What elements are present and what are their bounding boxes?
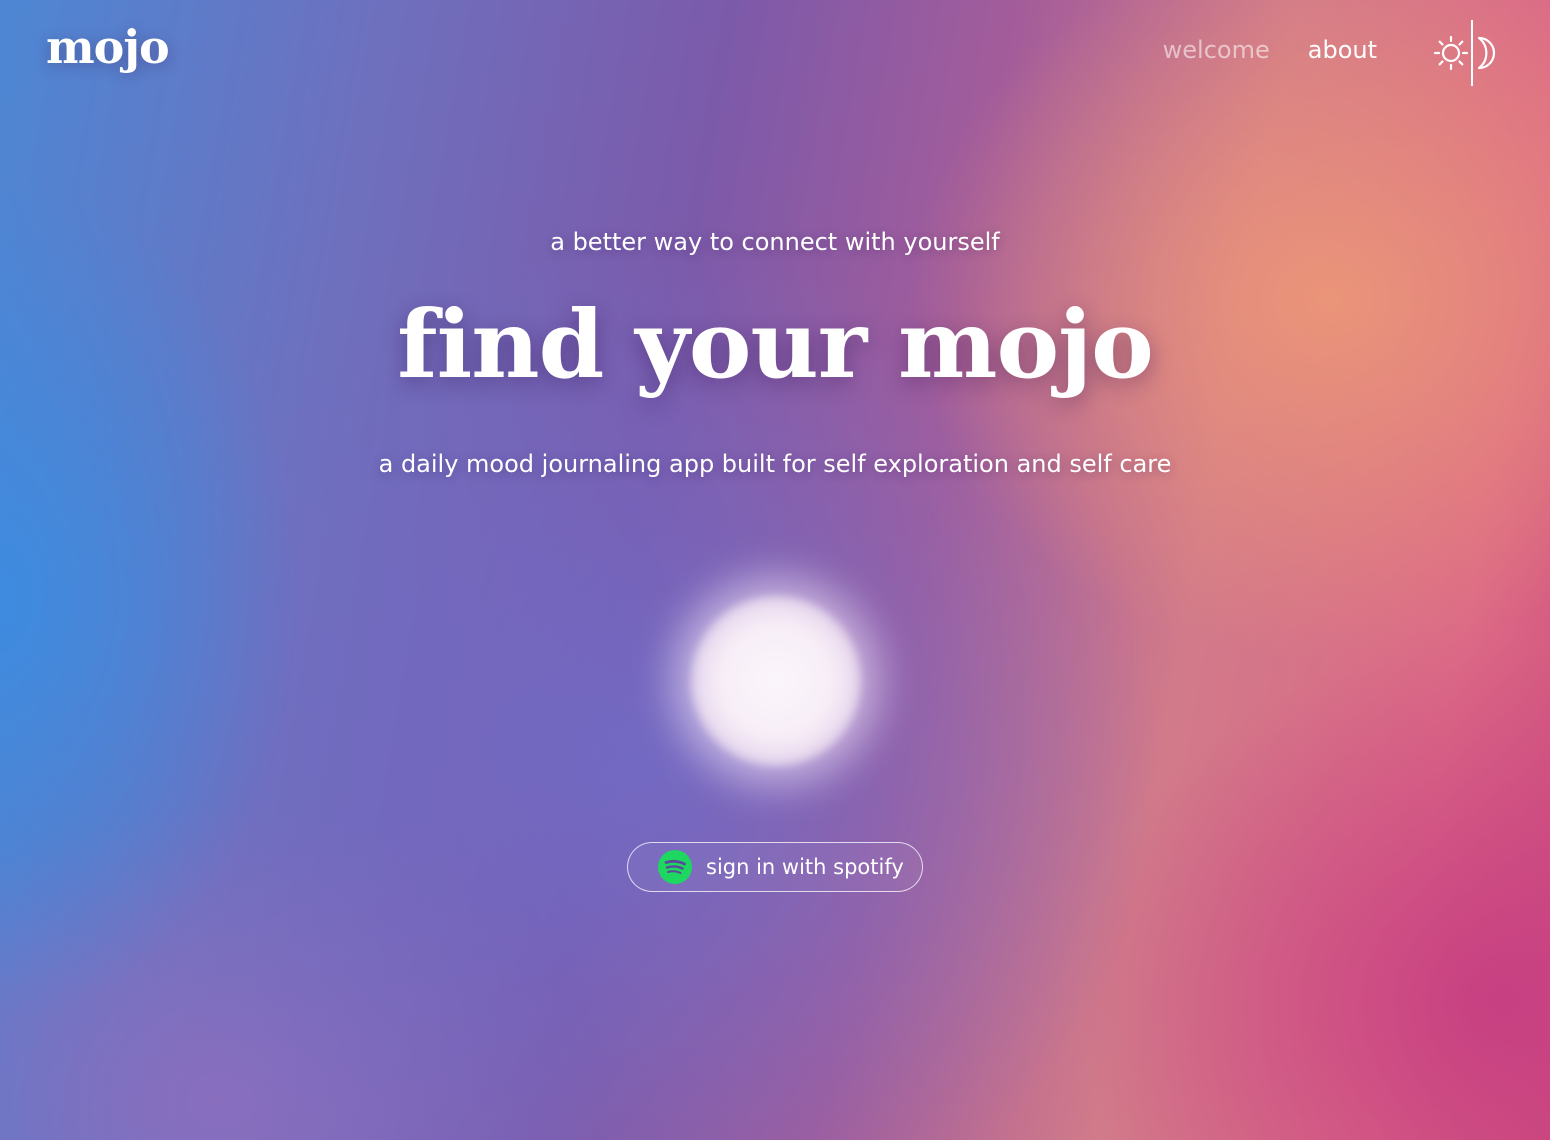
nav-link-about[interactable]: about [1308,36,1377,64]
sun-icon [1433,35,1469,71]
hero-title: find your mojo [397,290,1154,400]
moon-icon [1477,36,1496,70]
spotify-icon [658,850,692,884]
app-description: a daily mood journaling app built for se… [378,450,1172,478]
theme-toggle-button[interactable] [1432,18,1504,88]
spotify-signin-label: sign in with spotify [706,855,904,879]
mood-orb [690,595,862,767]
nav-link-welcome[interactable]: welcome [1163,36,1270,64]
top-nav: welcome about [1163,36,1377,64]
app-logo[interactable]: mojo [46,20,170,74]
tagline: a better way to connect with yourself [550,228,1000,256]
spotify-signin-button[interactable]: sign in with spotify [627,842,923,892]
